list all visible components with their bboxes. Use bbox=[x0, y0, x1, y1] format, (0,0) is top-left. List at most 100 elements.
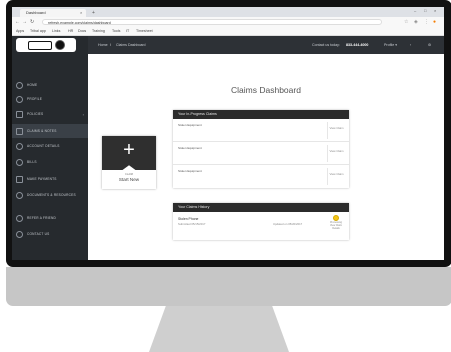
bookmark-item[interactable]: Timesheet bbox=[136, 29, 153, 34]
sidebar-item-claims[interactable]: Claims & Notes bbox=[12, 124, 88, 138]
window-close-icon[interactable]: × bbox=[434, 8, 436, 13]
start-card-sub: Claim bbox=[125, 173, 133, 176]
clipboard-icon bbox=[16, 127, 23, 135]
user-icon bbox=[16, 95, 23, 103]
close-icon[interactable]: × bbox=[80, 9, 82, 17]
sidebar-item-bills[interactable]: Bills bbox=[12, 155, 88, 169]
sidebar-item-payments[interactable]: Make Payments bbox=[12, 172, 88, 186]
sidebar-item-label: Home bbox=[27, 83, 38, 87]
bookmark-item[interactable]: Tools bbox=[112, 29, 120, 34]
bookmark-item[interactable]: Tribal app bbox=[30, 29, 46, 34]
back-icon[interactable]: ← bbox=[15, 18, 20, 26]
panel-header: Your In-Progress Claims bbox=[173, 110, 349, 119]
maximize-icon[interactable]: □ bbox=[424, 8, 426, 13]
history-row: Stolen Phone Submitted 05/15/2017 Update… bbox=[173, 212, 349, 240]
extension-orange-icon[interactable]: ● bbox=[433, 19, 436, 25]
minimize-icon[interactable]: – bbox=[414, 8, 416, 13]
browser-toolbar: ← → ↻ refresh.example.com/claims/dashboa… bbox=[12, 17, 444, 27]
sidebar-item-documents[interactable]: Documents & Resources bbox=[12, 188, 88, 202]
address-bar[interactable]: refresh.example.com/claims/dashboard bbox=[42, 19, 382, 25]
claims-history-panel: Your Claims History Stolen Phone Submitt… bbox=[173, 203, 349, 240]
people-icon bbox=[16, 214, 23, 222]
user-menu[interactable]: Profile ▾ bbox=[384, 36, 397, 54]
page-title: Claims Dashboard bbox=[231, 85, 301, 95]
new-tab-button[interactable]: + bbox=[92, 9, 95, 17]
history-submitted: Submitted 05/15/2017 bbox=[178, 222, 206, 226]
sidebar-item-profile[interactable]: Profile bbox=[12, 92, 88, 106]
history-updated: Updated on 05/20/2017 bbox=[273, 222, 303, 226]
gear-icon[interactable]: ⚙ bbox=[428, 36, 431, 54]
sidebar-item-contact[interactable]: Contact Us bbox=[12, 227, 88, 241]
browser-tab-bar: Dashboard × + – □ × bbox=[12, 7, 444, 17]
logo-wordmark bbox=[27, 40, 52, 50]
bookmark-item[interactable]: Training bbox=[92, 29, 105, 34]
home-icon bbox=[16, 81, 23, 89]
breadcrumb-home[interactable]: Home bbox=[98, 36, 108, 54]
sidebar-item-label: Account Details bbox=[27, 144, 60, 148]
claim-description: Stolen Equipment bbox=[178, 123, 202, 127]
claim-row: Stolen Equipment View Claim bbox=[173, 165, 349, 188]
breadcrumb-separator: / bbox=[110, 43, 111, 47]
claim-description: Stolen Equipment bbox=[178, 146, 202, 150]
breadcrumb-current: Claims Dashboard bbox=[116, 43, 146, 47]
sidebar: Home Profile Policies › Claims & Notes A… bbox=[12, 36, 88, 260]
sidebar-item-policies[interactable]: Policies › bbox=[12, 107, 88, 121]
monitor-stand bbox=[149, 306, 289, 352]
contact-phone[interactable]: 833-444-4000 bbox=[346, 36, 368, 54]
forward-icon[interactable]: → bbox=[22, 18, 27, 26]
start-new-claim-button[interactable]: + Claim Start New bbox=[102, 136, 156, 189]
chevron-right-icon: › bbox=[82, 111, 84, 117]
url-text: refresh.example.com/claims/dashboard bbox=[48, 21, 111, 25]
dollar-icon bbox=[16, 158, 23, 166]
view-claim-button[interactable]: View Claim bbox=[327, 122, 345, 139]
company-logo[interactable] bbox=[16, 38, 76, 52]
monitor-screen: Dashboard × + – □ × ← → ↻ refresh.exampl… bbox=[12, 7, 444, 260]
sidebar-item-home[interactable]: Home bbox=[12, 78, 88, 92]
document-icon bbox=[16, 110, 23, 118]
in-progress-claims-panel: Your In-Progress Claims Stolen Equipment… bbox=[173, 110, 349, 188]
panel-header: Your Claims History bbox=[173, 203, 349, 212]
sidebar-item-label: Claims & Notes bbox=[27, 129, 57, 133]
sidebar-item-label: Contact Us bbox=[27, 232, 50, 236]
extension-icon[interactable]: ◈ bbox=[414, 19, 418, 25]
view-claim-button[interactable]: View Claim bbox=[327, 168, 345, 185]
view-claim-button[interactable]: View Claim bbox=[327, 145, 345, 162]
plus-icon: + bbox=[123, 139, 135, 161]
sidebar-item-label: Documents & Resources bbox=[27, 193, 76, 197]
reload-icon[interactable]: ↻ bbox=[30, 18, 34, 26]
star-icon[interactable]: ☆ bbox=[404, 19, 408, 25]
card-icon bbox=[16, 175, 23, 183]
details-link[interactable]: Details bbox=[327, 227, 345, 230]
phone-icon bbox=[16, 230, 23, 238]
browser-tab[interactable]: Dashboard bbox=[20, 9, 86, 17]
claim-row: Stolen Equipment View Claim bbox=[173, 142, 349, 165]
history-title: Stolen Phone bbox=[178, 217, 199, 221]
sidebar-item-refer[interactable]: Refer a Friend bbox=[12, 211, 88, 225]
bookmark-item[interactable]: Links bbox=[52, 29, 60, 34]
sidebar-item-label: Make Payments bbox=[27, 177, 57, 181]
monitor-chin bbox=[6, 267, 451, 306]
bookmark-item[interactable]: IT bbox=[126, 29, 129, 34]
sidebar-item-account[interactable]: Account Details bbox=[12, 139, 88, 153]
user-menu-label: Profile bbox=[384, 43, 395, 47]
logo-badge-icon bbox=[54, 40, 65, 50]
bookmark-item[interactable]: Docs bbox=[78, 29, 86, 34]
bookmark-item[interactable]: Apps bbox=[16, 29, 24, 34]
history-status: Processing View Claim Details bbox=[327, 215, 345, 230]
contact-prefix: Contact us today: bbox=[312, 43, 340, 47]
bookmark-item[interactable]: HR bbox=[68, 29, 73, 34]
main-content: Claims Dashboard + Claim Start New Your … bbox=[88, 54, 444, 260]
web-app: Home Profile Policies › Claims & Notes A… bbox=[12, 36, 444, 260]
bookmarks-bar: Apps Tribal app Links HR Docs Training T… bbox=[12, 27, 444, 36]
info-icon bbox=[16, 142, 23, 150]
start-card-label: Start New bbox=[118, 177, 140, 182]
sidebar-item-label: Refer a Friend bbox=[27, 216, 57, 220]
sidebar-item-label: Profile bbox=[27, 97, 43, 101]
claim-row: Stolen Equipment View Claim bbox=[173, 119, 349, 142]
sidebar-item-label: Policies bbox=[27, 112, 44, 116]
sidebar-item-label: Bills bbox=[27, 160, 37, 164]
bell-icon[interactable]: ‹ bbox=[410, 36, 411, 54]
app-topbar: Home / Claims Dashboard Contact us today… bbox=[88, 36, 444, 54]
claim-description: Stolen Equipment bbox=[178, 169, 202, 173]
menu-icon[interactable]: ⋮ bbox=[424, 19, 429, 25]
